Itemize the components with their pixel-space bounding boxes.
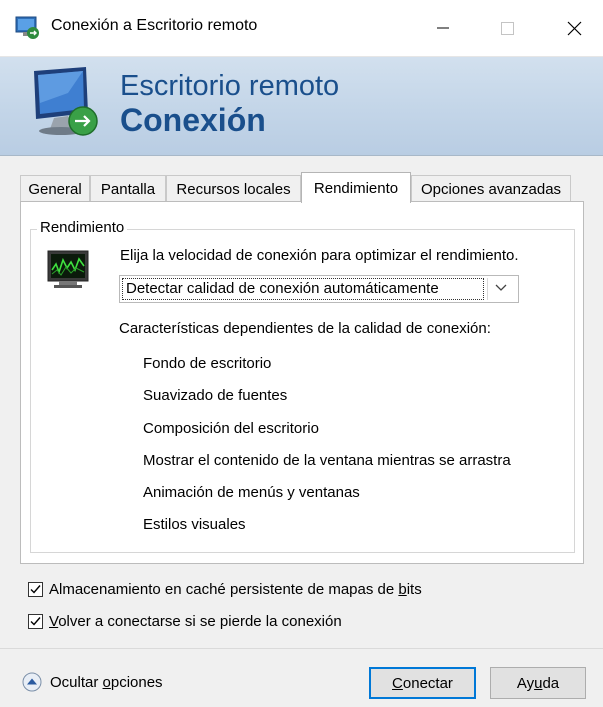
chevron-down-icon bbox=[495, 284, 507, 291]
title-bar: Conexión a Escritorio remoto bbox=[0, 0, 603, 57]
bitmap-cache-option[interactable]: Almacenamiento en caché persistente de m… bbox=[28, 579, 422, 599]
performance-groupbox: Rendimiento Elija la velocidad de conexi… bbox=[30, 219, 575, 553]
banner-title-line1: Escritorio remoto bbox=[120, 70, 340, 102]
feature-item: Composición del escritorio bbox=[143, 420, 319, 437]
dropdown-separator bbox=[487, 278, 488, 300]
tab-general[interactable]: General bbox=[20, 175, 90, 202]
group-label: Rendimiento bbox=[37, 219, 128, 236]
maximize-icon bbox=[500, 21, 514, 35]
help-button[interactable]: Ayuda bbox=[490, 667, 586, 699]
connect-button[interactable]: Conectar bbox=[369, 667, 476, 699]
hide-options-label: Ocultar opciones bbox=[50, 673, 163, 691]
select-value: Detectar calidad de conexión automáticam… bbox=[126, 280, 439, 297]
tab-opciones-avanzadas[interactable]: Opciones avanzadas bbox=[411, 175, 571, 202]
feature-item: Fondo de escritorio bbox=[143, 355, 272, 372]
reconnect-label: Volver a conectarse si se pierde la cone… bbox=[49, 612, 342, 630]
close-icon bbox=[567, 21, 581, 35]
features-heading: Características dependientes de la calid… bbox=[119, 320, 491, 337]
bitmap-cache-label: Almacenamiento en caché persistente de m… bbox=[49, 580, 422, 598]
remote-desktop-app-icon bbox=[15, 16, 39, 39]
minimize-icon bbox=[437, 27, 449, 29]
chevron-up-circle-icon bbox=[22, 672, 42, 692]
hide-options-button[interactable]: Ocultar opciones bbox=[22, 672, 163, 692]
tab-label: Opciones avanzadas bbox=[420, 180, 562, 198]
rendimiento-panel: Rendimiento Elija la velocidad de conexi… bbox=[20, 201, 584, 630]
feature-item: Animación de menús y ventanas bbox=[143, 484, 360, 501]
tab-recursos-locales[interactable]: Recursos locales bbox=[166, 175, 301, 202]
remote-desktop-monitor-icon bbox=[34, 67, 98, 136]
feature-item: Mostrar el contenido de la ventana mient… bbox=[143, 452, 511, 469]
reconnect-checkbox[interactable] bbox=[28, 613, 43, 629]
connection-speed-select[interactable]: Detectar calidad de conexión automáticam… bbox=[119, 275, 519, 303]
tab-label: Rendimiento bbox=[313, 179, 399, 197]
window-title: Conexión a Escritorio remoto bbox=[51, 17, 258, 34]
banner-title-line2: Conexión bbox=[120, 102, 266, 138]
reconnect-option[interactable]: Volver a conectarse si se pierde la cone… bbox=[28, 611, 342, 631]
tab-label: Pantalla bbox=[100, 180, 156, 198]
tab-label: General bbox=[28, 180, 82, 198]
checkmark-icon bbox=[30, 616, 41, 626]
footer-separator bbox=[0, 648, 603, 649]
feature-item: Suavizado de fuentes bbox=[143, 387, 288, 404]
help-button-label: Ayuda bbox=[516, 674, 560, 692]
maximize-button[interactable] bbox=[478, 0, 536, 56]
checkmark-icon bbox=[30, 584, 41, 594]
feature-item: Estilos visuales bbox=[143, 516, 246, 533]
bitmap-cache-checkbox[interactable] bbox=[28, 581, 43, 597]
tab-pantalla[interactable]: Pantalla bbox=[90, 175, 166, 202]
tab-label: Recursos locales bbox=[176, 180, 291, 198]
speed-prompt: Elija la velocidad de conexión para opti… bbox=[120, 247, 519, 264]
minimize-button[interactable] bbox=[414, 0, 472, 56]
header-banner: Escritorio remoto Conexión bbox=[0, 57, 603, 156]
connect-button-label: Conectar bbox=[392, 674, 453, 692]
tab-rendimiento[interactable]: Rendimiento bbox=[301, 172, 411, 203]
close-button[interactable] bbox=[545, 0, 603, 56]
performance-monitor-icon bbox=[47, 250, 89, 288]
